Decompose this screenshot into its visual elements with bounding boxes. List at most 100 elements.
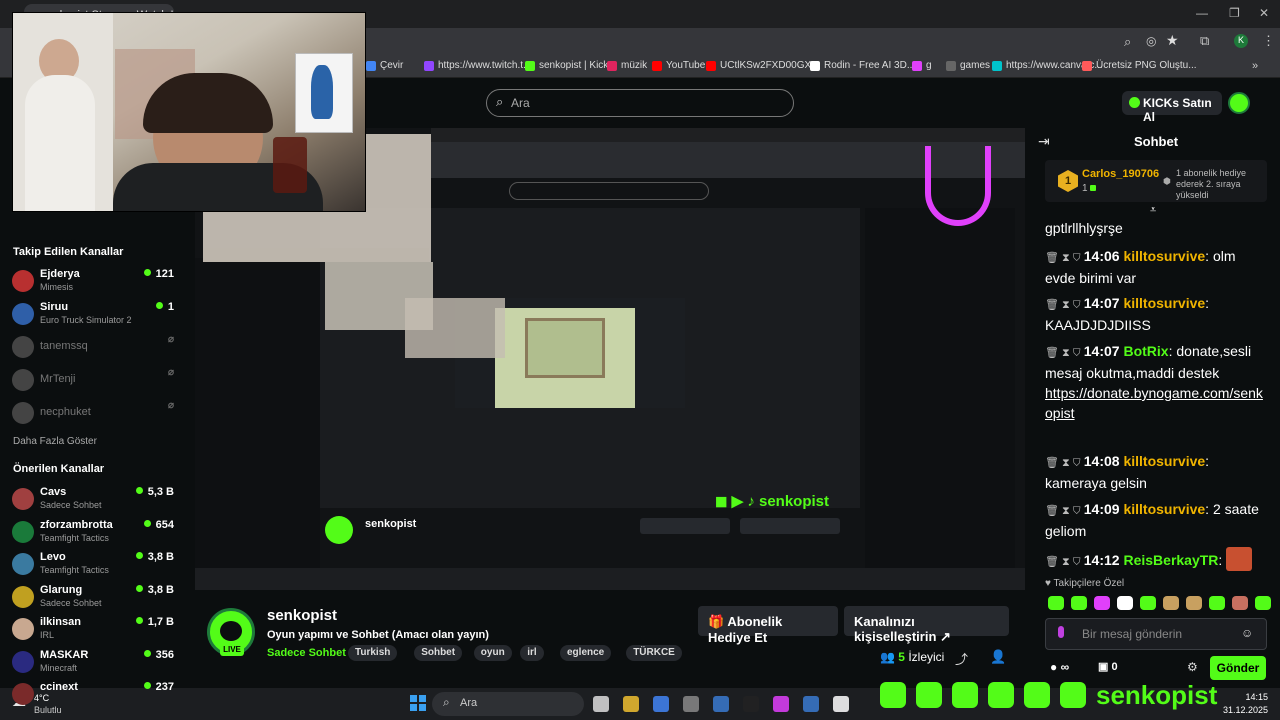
user-settings-icon[interactable]: 👤 [990, 649, 1006, 665]
bookmark-item[interactable]: müzik [607, 60, 647, 71]
emote-icon[interactable] [1186, 596, 1202, 610]
app-icon[interactable] [683, 696, 699, 712]
sidebar-channel-item[interactable]: ilkinsan IRL 1,7 B [12, 616, 188, 646]
bookmark-item[interactable]: YouTube [652, 60, 705, 71]
sidebar-channel-item[interactable]: Levo Teamfight Tactics 3,8 B [12, 551, 188, 581]
emote-icon[interactable] [1140, 596, 1156, 610]
emoji-icon[interactable]: ☺ [1241, 626, 1253, 640]
share-icon[interactable]: ⤴ [955, 649, 968, 668]
sidebar-channel-item[interactable]: MrTenji ⌀ [12, 367, 188, 397]
expand-pinned-icon[interactable]: ⩡ [1150, 204, 1156, 217]
message-username[interactable]: killtosurvive [1123, 295, 1205, 311]
emote-icon[interactable] [1255, 596, 1271, 610]
sidebar-channel-item[interactable]: MASKAR Minecraft 356 [12, 649, 188, 679]
minimize-icon[interactable]: — [1196, 6, 1208, 20]
eye-off-icon[interactable]: ◎ [1146, 34, 1156, 48]
emote-icon[interactable] [1163, 596, 1179, 610]
stream-tag[interactable]: eglence [560, 645, 612, 661]
app-icon[interactable] [773, 696, 789, 712]
user-avatar[interactable] [1228, 92, 1250, 114]
steam-icon[interactable] [713, 696, 729, 712]
viewer-count: 👥 5 İzleyici [880, 650, 945, 664]
unreal-icon[interactable] [833, 696, 849, 712]
stream-tag[interactable]: Sohbet [414, 645, 463, 661]
sidebar-channel-item[interactable]: Glarung Sadece Sohbet 3,8 B [12, 584, 188, 614]
sidebar-channel-item[interactable]: Siruu Euro Truck Simulator 2 1 [12, 301, 188, 331]
clock-time[interactable]: 14:15 [1236, 692, 1268, 702]
taskbar-search[interactable]: Ara [432, 692, 584, 716]
offline-icon: ⌀ [167, 367, 174, 378]
message-username[interactable]: killtosurvive [1123, 501, 1205, 517]
sidebar-channel-item[interactable]: zforzambrotta Teamfight Tactics 654 [12, 519, 188, 549]
bookmark-item[interactable]: games [946, 60, 990, 71]
channel-name: necphuket [40, 406, 91, 418]
gift-balance[interactable]: ▣ 0 [1098, 660, 1118, 673]
message-link[interactable]: https://donate.bynogame.com/senkopist [1045, 385, 1263, 421]
message-badges: 🗑 ⧗ ⛉ [1045, 299, 1084, 311]
message-username[interactable]: ReisBerkayTR [1123, 552, 1218, 568]
bookmark-item[interactable]: https://www.twitch.t... [424, 60, 531, 71]
epic-games-icon[interactable] [743, 696, 759, 712]
channel-avatar [12, 650, 34, 673]
bookmark-item[interactable]: senkopist | Kick [525, 60, 608, 71]
extensions-icon[interactable]: ⧉ [1200, 33, 1209, 49]
maximize-icon[interactable]: ❐ [1229, 6, 1240, 20]
message-username[interactable]: killtosurvive [1123, 248, 1205, 264]
emote-icon[interactable] [1232, 596, 1248, 610]
chrome-icon[interactable] [653, 696, 669, 712]
show-more-link[interactable]: Daha Fazla Göster [13, 436, 97, 447]
bookmark-item[interactable]: Rodin - Free AI 3D... [810, 60, 915, 71]
message-username[interactable]: BotRix [1123, 343, 1168, 359]
more-bookmarks-icon[interactable]: » [1252, 60, 1258, 72]
stream-tag[interactable]: Turkish [348, 645, 398, 661]
microphone-icon[interactable] [1058, 626, 1064, 638]
emote-icon[interactable] [1048, 596, 1064, 610]
chat-settings-icon[interactable]: ⚙ [1187, 660, 1198, 674]
zoom-icon[interactable]: ⌕ [1124, 34, 1131, 50]
emote-icon[interactable] [1094, 596, 1110, 610]
stream-tag[interactable]: irl [520, 645, 544, 661]
channel-avatar [12, 553, 34, 575]
pinned-username[interactable]: Carlos_190706 [1082, 168, 1159, 180]
sidebar-channel-item[interactable]: necphuket ⌀ [12, 400, 188, 430]
bookmark-item[interactable]: Çevir [366, 60, 403, 71]
bookmark-star-icon[interactable]: ★ [1166, 32, 1179, 49]
collapse-chat-icon[interactable]: ⇥ [1038, 133, 1050, 150]
close-icon[interactable]: ✕ [1259, 6, 1269, 20]
profile-avatar[interactable]: K [1234, 34, 1248, 48]
search-input[interactable]: Ara [486, 89, 794, 117]
file-explorer-icon[interactable] [623, 696, 639, 712]
stream-title: Oyun yapımı ve Sohbet (Amacı olan yayın) [267, 629, 489, 641]
send-button[interactable]: Gönder [1210, 656, 1266, 680]
stream-tag[interactable]: oyun [473, 645, 512, 661]
sidebar-channel-item[interactable]: tanemssq ⌀ [12, 334, 188, 364]
offline-icon: ⌀ [167, 400, 174, 411]
emote-icon[interactable] [1071, 596, 1087, 610]
smiley-overlay-icon [925, 146, 991, 226]
chat-input[interactable]: Bir mesaj gönderin [1045, 618, 1267, 650]
sidebar-channel-item[interactable]: Ejderya Mimesis 121 [12, 268, 188, 298]
kebab-menu-icon[interactable]: ⋮ [1262, 33, 1275, 49]
steam-icon[interactable] [803, 696, 819, 712]
message-username[interactable]: killtosurvive [1123, 453, 1205, 469]
pinned-info: 1 abonelik hediye ederek 2. sıraya yükse… [1176, 168, 1247, 200]
clock-date[interactable]: 31.12.2025 [1222, 705, 1268, 715]
customize-channel-button[interactable]: Kanalınızı kişiselleştirin ↗ [844, 606, 1009, 644]
bookmark-item[interactable]: g [912, 60, 932, 71]
emote-icon[interactable] [1209, 596, 1225, 610]
sidebar-channel-item[interactable]: ccinext 237 [12, 681, 188, 711]
emote-icon[interactable] [1117, 596, 1133, 610]
bookmark-item[interactable]: UCtlKSw2FXD00GX... [706, 60, 819, 71]
kicks-balance[interactable]: ● ∞ [1050, 660, 1069, 674]
channel-name[interactable]: senkopist [267, 607, 337, 624]
message-text: kameraya gelsin [1045, 475, 1147, 491]
category-link[interactable]: Sadece Sohbet [267, 647, 346, 659]
bookmark-item[interactable]: Ücretsiz PNG Oluştu... [1082, 60, 1197, 71]
stream-tag[interactable]: TÜRKCE [626, 645, 682, 661]
sidebar-channel-item[interactable]: Cavs Sadece Sohbet 5,3 B [12, 486, 188, 516]
channel-avatar [12, 683, 34, 705]
task-view-icon[interactable] [593, 696, 609, 712]
gift-subscription-button[interactable]: 🎁 Abonelik Hediye Et [698, 606, 838, 645]
start-menu-icon[interactable] [410, 695, 426, 711]
viewer-count: 356 [144, 649, 174, 661]
